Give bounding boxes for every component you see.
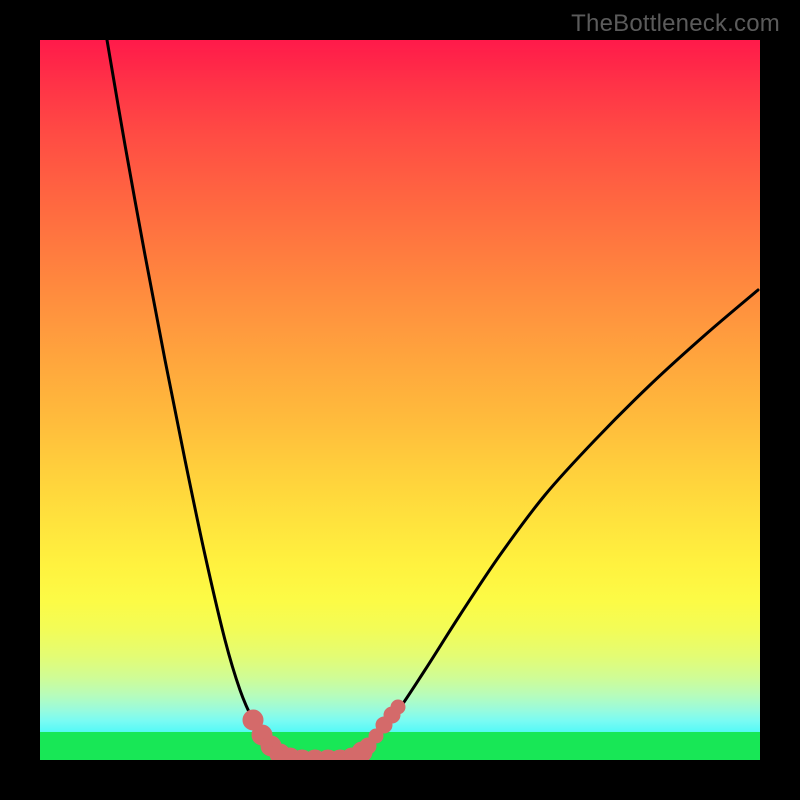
chart-frame: TheBottleneck.com <box>0 0 800 800</box>
plot-area <box>40 40 760 760</box>
watermark-label: TheBottleneck.com <box>571 10 780 38</box>
data-marker <box>391 700 405 714</box>
bottleneck-line <box>107 40 758 760</box>
bottleneck-curve <box>40 40 760 760</box>
